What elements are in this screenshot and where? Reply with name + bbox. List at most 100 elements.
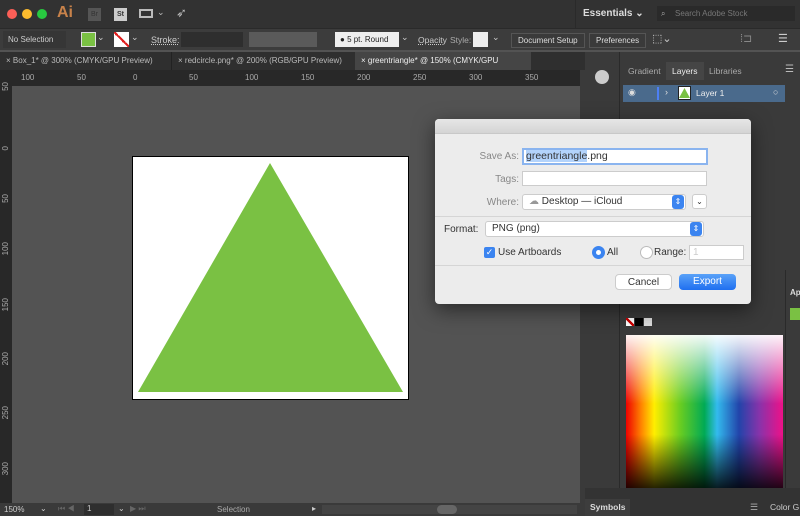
layer-name[interactable]: Layer 1	[696, 88, 724, 98]
stroke-swatch[interactable]	[114, 32, 129, 47]
horizontal-scrollbar[interactable]	[322, 505, 577, 514]
cancel-button[interactable]: Cancel	[615, 274, 672, 290]
filename-extension: .png	[587, 150, 608, 162]
stock-search-input[interactable]: ⌕ Search Adobe Stock	[657, 6, 795, 21]
tab-libraries[interactable]: Libraries	[703, 62, 748, 80]
preferences-button[interactable]: Preferences	[589, 33, 647, 48]
fill-swatch[interactable]	[81, 32, 96, 47]
stroke-label[interactable]: Stroke:	[151, 35, 180, 45]
arrange-documents-icon[interactable]	[139, 9, 153, 18]
appearance-panel: Ap	[785, 270, 800, 488]
next-artboard-button[interactable]: ▶ ⏭	[130, 504, 146, 514]
tab-layers[interactable]: Layers	[666, 62, 704, 80]
opacity-label[interactable]: Opacity	[418, 35, 447, 45]
stroke-swatch-dropdown[interactable]: ⌄	[131, 32, 139, 43]
document-tabs: × Box_1* @ 300% (CMYK/GPU Preview) × red…	[0, 52, 585, 83]
ruler-label: 300	[469, 73, 483, 82]
ruler-label: 0	[1, 146, 10, 151]
format-dropdown[interactable]: PNG (png) ⇕	[485, 221, 704, 237]
visibility-eye-icon[interactable]: ◉	[628, 87, 636, 98]
tab-gradient[interactable]: Gradient	[622, 62, 667, 80]
none-swatch[interactable]	[626, 318, 634, 326]
close-window-button[interactable]	[7, 9, 17, 19]
tags-input[interactable]	[522, 171, 707, 186]
align-icon[interactable]: ⁞⊐	[740, 32, 752, 45]
save-as-input[interactable]: greentriangle.png	[522, 148, 708, 165]
workspace-switcher[interactable]: Essentials ⌄	[575, 0, 644, 28]
ruler-label: 150	[301, 73, 315, 82]
format-label: Format:	[444, 224, 479, 235]
stock-button[interactable]: St	[114, 8, 127, 21]
cloud-icon: ☁	[529, 196, 539, 207]
maximize-window-button[interactable]	[37, 9, 47, 19]
status-bar: 150% ⌄ ⏮ ◀ 1 ⌄ ▶ ⏭ Selection ▸	[0, 503, 585, 516]
export-dialog: Save As: greentriangle.png Tags: Where: …	[435, 119, 751, 304]
tab-redcircle[interactable]: × redcircle.png* @ 200% (RGB/GPU Preview…	[171, 52, 354, 70]
scroll-thumb[interactable]	[437, 505, 457, 514]
title-bar: Ai Br St ⌄ ➶ Essentials ⌄ ⌕ Search Adobe …	[0, 0, 800, 28]
panel-menu-icon[interactable]: ☰	[778, 32, 788, 45]
black-swatch[interactable]	[635, 318, 643, 326]
range-input[interactable]: 1	[689, 245, 744, 260]
bridge-button[interactable]: Br	[88, 8, 101, 21]
panel-menu-icon[interactable]: ☰	[785, 64, 794, 75]
color-spectrum[interactable]	[626, 335, 783, 488]
green-triangle[interactable]	[138, 163, 403, 392]
fill-dropdown[interactable]: ⌄	[97, 32, 105, 43]
tab-label: redcircle.png* @ 200% (RGB/GPU Preview)	[184, 56, 342, 65]
horizontal-ruler[interactable]: 100 50 0 50 100 150 200 250 300 350	[12, 70, 580, 86]
tab-symbols[interactable]: Symbols	[585, 499, 630, 516]
status-menu-arrow[interactable]: ▸	[312, 504, 316, 513]
minimize-window-button[interactable]	[22, 9, 32, 19]
where-dropdown[interactable]: ☁ Desktop — iCloud ⇕	[522, 194, 686, 210]
all-radio[interactable]	[592, 246, 605, 259]
artboard[interactable]	[132, 156, 409, 400]
use-artboards-checkbox[interactable]: ✓	[484, 247, 495, 258]
tab-greentriangle[interactable]: × greentriangle* @ 150% (CMYK/GPU Previe…	[355, 52, 531, 83]
brush-dropdown[interactable]: ⌄	[401, 32, 409, 43]
target-circle-icon[interactable]: ○	[773, 87, 778, 97]
appearance-fill-swatch[interactable]	[790, 308, 800, 320]
ruler-label: 100	[1, 242, 10, 256]
tab-color-guide[interactable]: Color G	[770, 502, 799, 512]
save-as-label: Save As:	[479, 151, 519, 162]
zoom-level[interactable]: 150%	[4, 505, 24, 514]
graphic-style-swatch[interactable]	[473, 32, 488, 47]
ruler-label: 200	[357, 73, 371, 82]
ruler-label: 250	[413, 73, 427, 82]
current-tool: Selection	[217, 505, 250, 514]
search-icon: ⌕	[661, 9, 666, 18]
artboard-number-input[interactable]: 1	[84, 504, 114, 515]
ruler-label: 250	[1, 406, 10, 420]
stroke-weight-input[interactable]	[181, 32, 243, 47]
chevron-down-icon[interactable]: ⌄	[157, 7, 165, 18]
tab-box-1[interactable]: × Box_1* @ 300% (CMYK/GPU Preview)	[0, 52, 171, 70]
range-radio[interactable]	[640, 246, 653, 259]
ruler-label: 350	[525, 73, 539, 82]
style-label: Style:	[450, 35, 472, 45]
dialog-titlebar	[435, 119, 751, 134]
style-dropdown[interactable]: ⌄	[492, 32, 500, 43]
gpu-performance-icon[interactable]: ➶	[176, 5, 187, 21]
selection-status: No Selection	[3, 31, 66, 48]
expand-dialog-button[interactable]: ⌄	[692, 194, 707, 209]
layer-row[interactable]: ◉ › Layer 1 ○	[623, 85, 785, 102]
white-swatch[interactable]	[644, 318, 652, 326]
select-similar-icon[interactable]: ⬚⌄	[652, 32, 672, 45]
color-guide-panel: Color G	[765, 488, 800, 516]
where-value: Desktop — iCloud	[541, 196, 623, 207]
export-button[interactable]: Export	[679, 274, 736, 290]
artboard-dropdown[interactable]: ⌄	[118, 504, 125, 513]
panel-menu-icon[interactable]: ☰	[750, 502, 758, 513]
navigator-icon[interactable]	[595, 70, 609, 84]
first-artboard-button[interactable]: ⏮ ◀	[58, 504, 75, 514]
document-setup-button[interactable]: Document Setup	[511, 33, 585, 48]
brush-definition[interactable]: ● 5 pt. Round	[335, 32, 399, 47]
zoom-dropdown[interactable]: ⌄	[40, 504, 47, 513]
variable-width-profile[interactable]	[249, 32, 317, 47]
expand-chevron-icon[interactable]: ›	[665, 87, 668, 97]
stepper-icon: ⇕	[672, 195, 684, 209]
appearance-tab[interactable]: Ap	[790, 288, 800, 297]
ruler-label: 50	[1, 194, 10, 203]
vertical-ruler[interactable]: 50 0 50 100 150 200 250 300	[0, 70, 12, 503]
